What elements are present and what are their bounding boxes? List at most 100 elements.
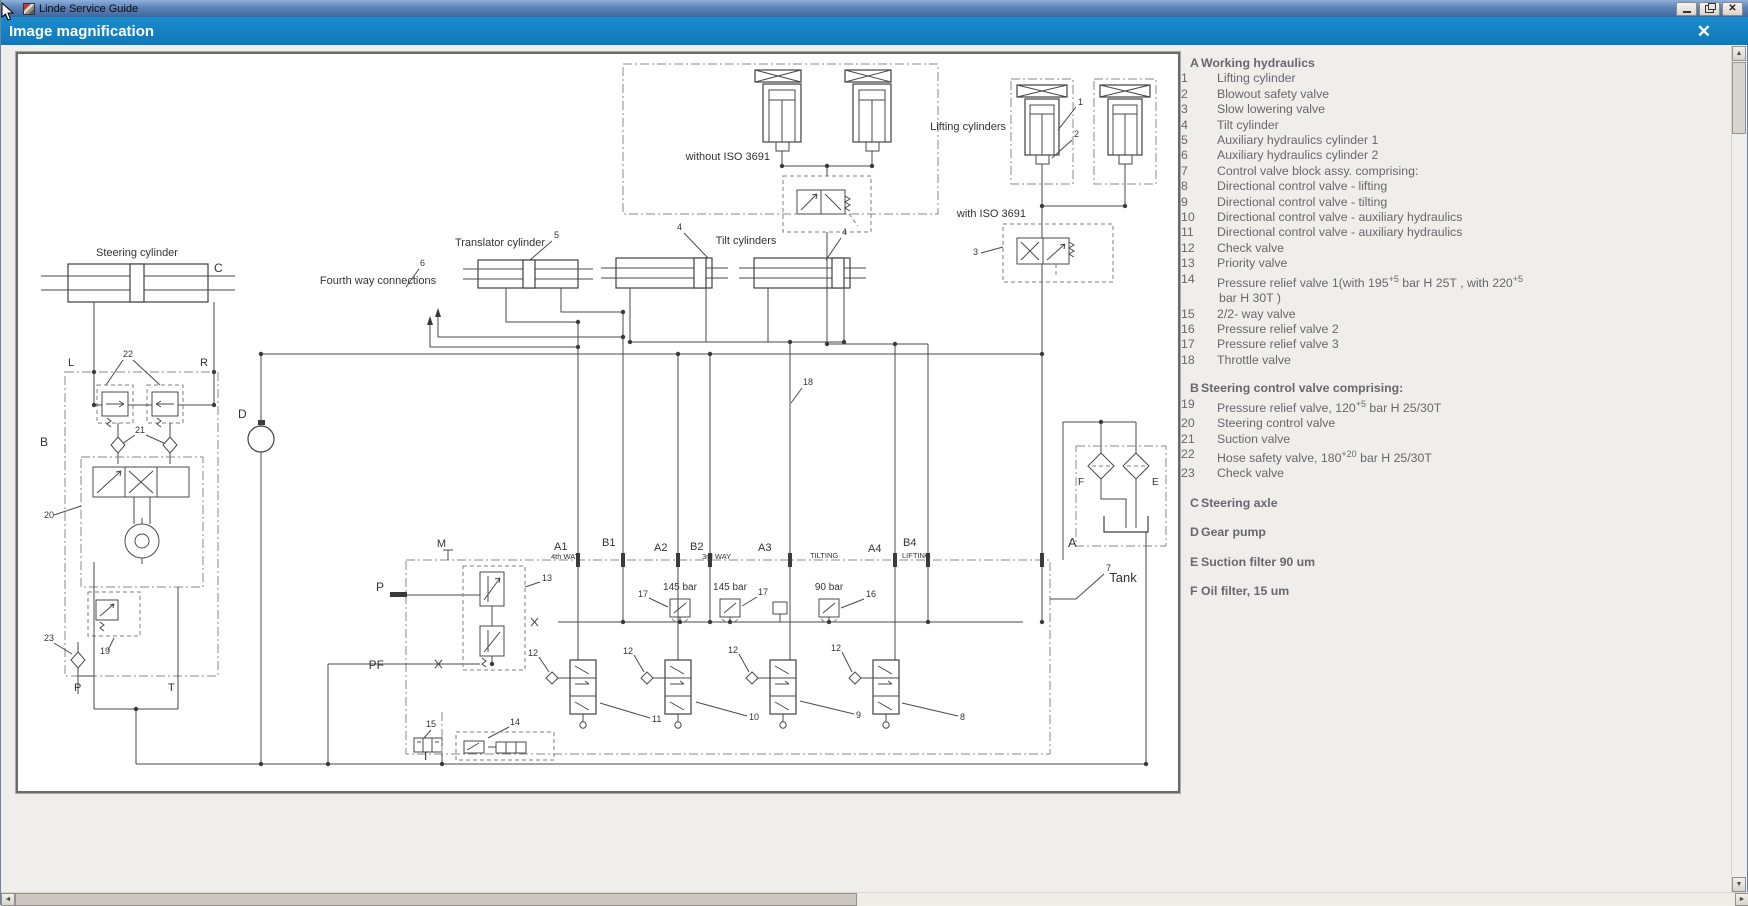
callout-16: 16 [866,589,876,599]
callout-12d: 12 [831,643,841,653]
horizontal-scroll-thumb[interactable] [15,893,857,906]
callout-3: 3 [973,247,978,257]
legend-item-15: 152/2- way valve [1181,307,1576,322]
up-arrow-icon: ▲ [1736,50,1743,57]
legend-item-2: 2Blowout safety valve [1181,87,1576,102]
callout-12a: 12 [528,648,538,658]
caption-3rd-way: 3rd WAY [702,552,731,561]
translator-cylinder: Translator cylinder 5 [455,230,623,560]
label-translator: Translator cylinder [455,237,545,249]
legend-item-18: 18Throttle valve [1181,353,1576,368]
label-r: R [200,357,208,369]
callout-2: 2 [1074,129,1079,139]
callout-18: 18 [803,377,813,387]
magnification-close-button[interactable]: ✕ [1697,23,1711,40]
junction-dots [92,164,1148,766]
right-arrow-icon: ► [1739,896,1746,903]
callout-12b: 12 [623,646,633,656]
label-pf: PF [369,658,384,672]
port-a3: A3 [758,542,771,554]
gear-pump: D [238,354,274,764]
callout-21: 21 [135,425,145,435]
legend-section-b: BSteering control valve comprising: [1181,381,1576,396]
diagram-panel: without ISO 3691 Lifting cylinders 1 [16,52,1180,793]
legend-item-3: 3Slow lowering valve [1181,102,1576,117]
port-a4: A4 [868,543,881,555]
restore-icon [1705,5,1714,13]
legend-item-22: 22Hose safety valve, 180+20 bar H 25/30T [1181,447,1576,467]
app-icon [23,3,35,15]
callout-8: 8 [960,712,965,722]
legend: AWorking hydraulics 1Lifting cylinder 2B… [1181,56,1576,599]
legend-item-12: 12Check valve [1181,241,1576,256]
magnification-title: Image magnification [9,23,1697,40]
label-90bar: 90 bar [815,582,844,593]
callout-17a: 17 [638,589,648,599]
tilt-cylinders: Tilt cylinders 4 4 [601,222,866,560]
label-l: L [68,357,74,369]
callout-15: 15 [426,719,436,729]
legend-item-7: 7Control valve block assy. comprising: [1181,164,1576,179]
hydraulic-schematic: without ISO 3691 Lifting cylinders 1 [18,54,1178,791]
label-b: B [40,435,48,449]
label-tilt: Tilt cylinders [716,235,777,247]
group-without-iso: without ISO 3691 [623,64,938,560]
label-e: E [1152,477,1159,488]
tank-group: F E Tank [1063,422,1166,764]
callout-19: 19 [100,646,110,656]
label-steering-cylinder: Steering cylinder [96,247,178,259]
scroll-up-button[interactable]: ▲ [1732,46,1746,61]
callout-4b: 4 [842,227,847,237]
callout-4a: 4 [677,222,682,232]
label-d: D [238,407,247,421]
scroll-right-button[interactable]: ► [1735,893,1748,906]
port-a2: A2 [654,542,667,554]
window-title: Linde Service Guide [39,3,1676,15]
legend-item-9: 9Directional control valve - tilting [1181,195,1576,210]
restore-button[interactable] [1699,2,1720,16]
legend-item-5: 5Auxiliary hydraulics cylinder 1 [1181,133,1576,148]
legend-item-20: 20Steering control valve [1181,416,1576,431]
close-icon: ✕ [1728,4,1736,14]
callout-22: 22 [123,349,133,359]
horizontal-scrollbar[interactable]: ◄ ► [1,892,1748,905]
vertical-scroll-thumb[interactable] [1732,62,1746,134]
caption-tilting: TILTING [810,551,838,560]
label-f: F [1078,477,1084,488]
label-t: T [422,749,430,763]
label-tank: Tank [1109,570,1137,585]
vertical-scrollbar[interactable]: ▲ ▼ [1731,46,1746,892]
supply-lines: 18 [261,354,1042,560]
callout-23: 23 [44,633,54,643]
control-valve-block: A1 4th WAY B1 A2 B2 3rd WAY A3 TILTING A… [328,535,1111,764]
mouse-cursor [1,2,15,22]
port-b4: B4 [903,537,916,549]
label-145bar-1: 145 bar [663,582,698,593]
titlebar: Linde Service Guide ✕ [1,0,1748,17]
minimize-icon [1683,11,1691,13]
callout-1: 1 [1078,97,1083,107]
legend-section-c: CSteering axle [1181,496,1576,511]
legend-section-a: AWorking hydraulics [1181,56,1576,71]
legend-item-19: 19Pressure relief valve, 120+5 bar H 25/… [1181,397,1576,417]
callout-12c: 12 [728,645,738,655]
label-p: P [376,580,384,594]
callout-20: 20 [44,510,54,520]
left-arrow-icon: ◄ [5,896,12,903]
callout-6: 6 [420,258,425,268]
legend-item-21: 21Suction valve [1181,432,1576,447]
legend-item-17: 17Pressure relief valve 3 [1181,337,1576,352]
legend-item-13: 13Priority valve [1181,256,1576,271]
label-t2: T [168,682,175,694]
scroll-down-button[interactable]: ▼ [1732,877,1746,892]
callout-9: 9 [856,710,861,720]
caption-lifting: LIFTING [902,551,931,560]
legend-item-14: 14Pressure relief valve 1(with 195+5 bar… [1181,272,1576,292]
label-p2: P [74,682,81,694]
legend-section-d: DGear pump [1181,525,1576,540]
legend-item-14-line2: bar H 30T ) [1181,291,1576,306]
close-button[interactable]: ✕ [1722,2,1743,16]
group-with-iso: Lifting cylinders 1 2 with ISO 3691 [930,79,1156,622]
scroll-left-button[interactable]: ◄ [1,893,15,906]
minimize-button[interactable] [1676,2,1697,16]
